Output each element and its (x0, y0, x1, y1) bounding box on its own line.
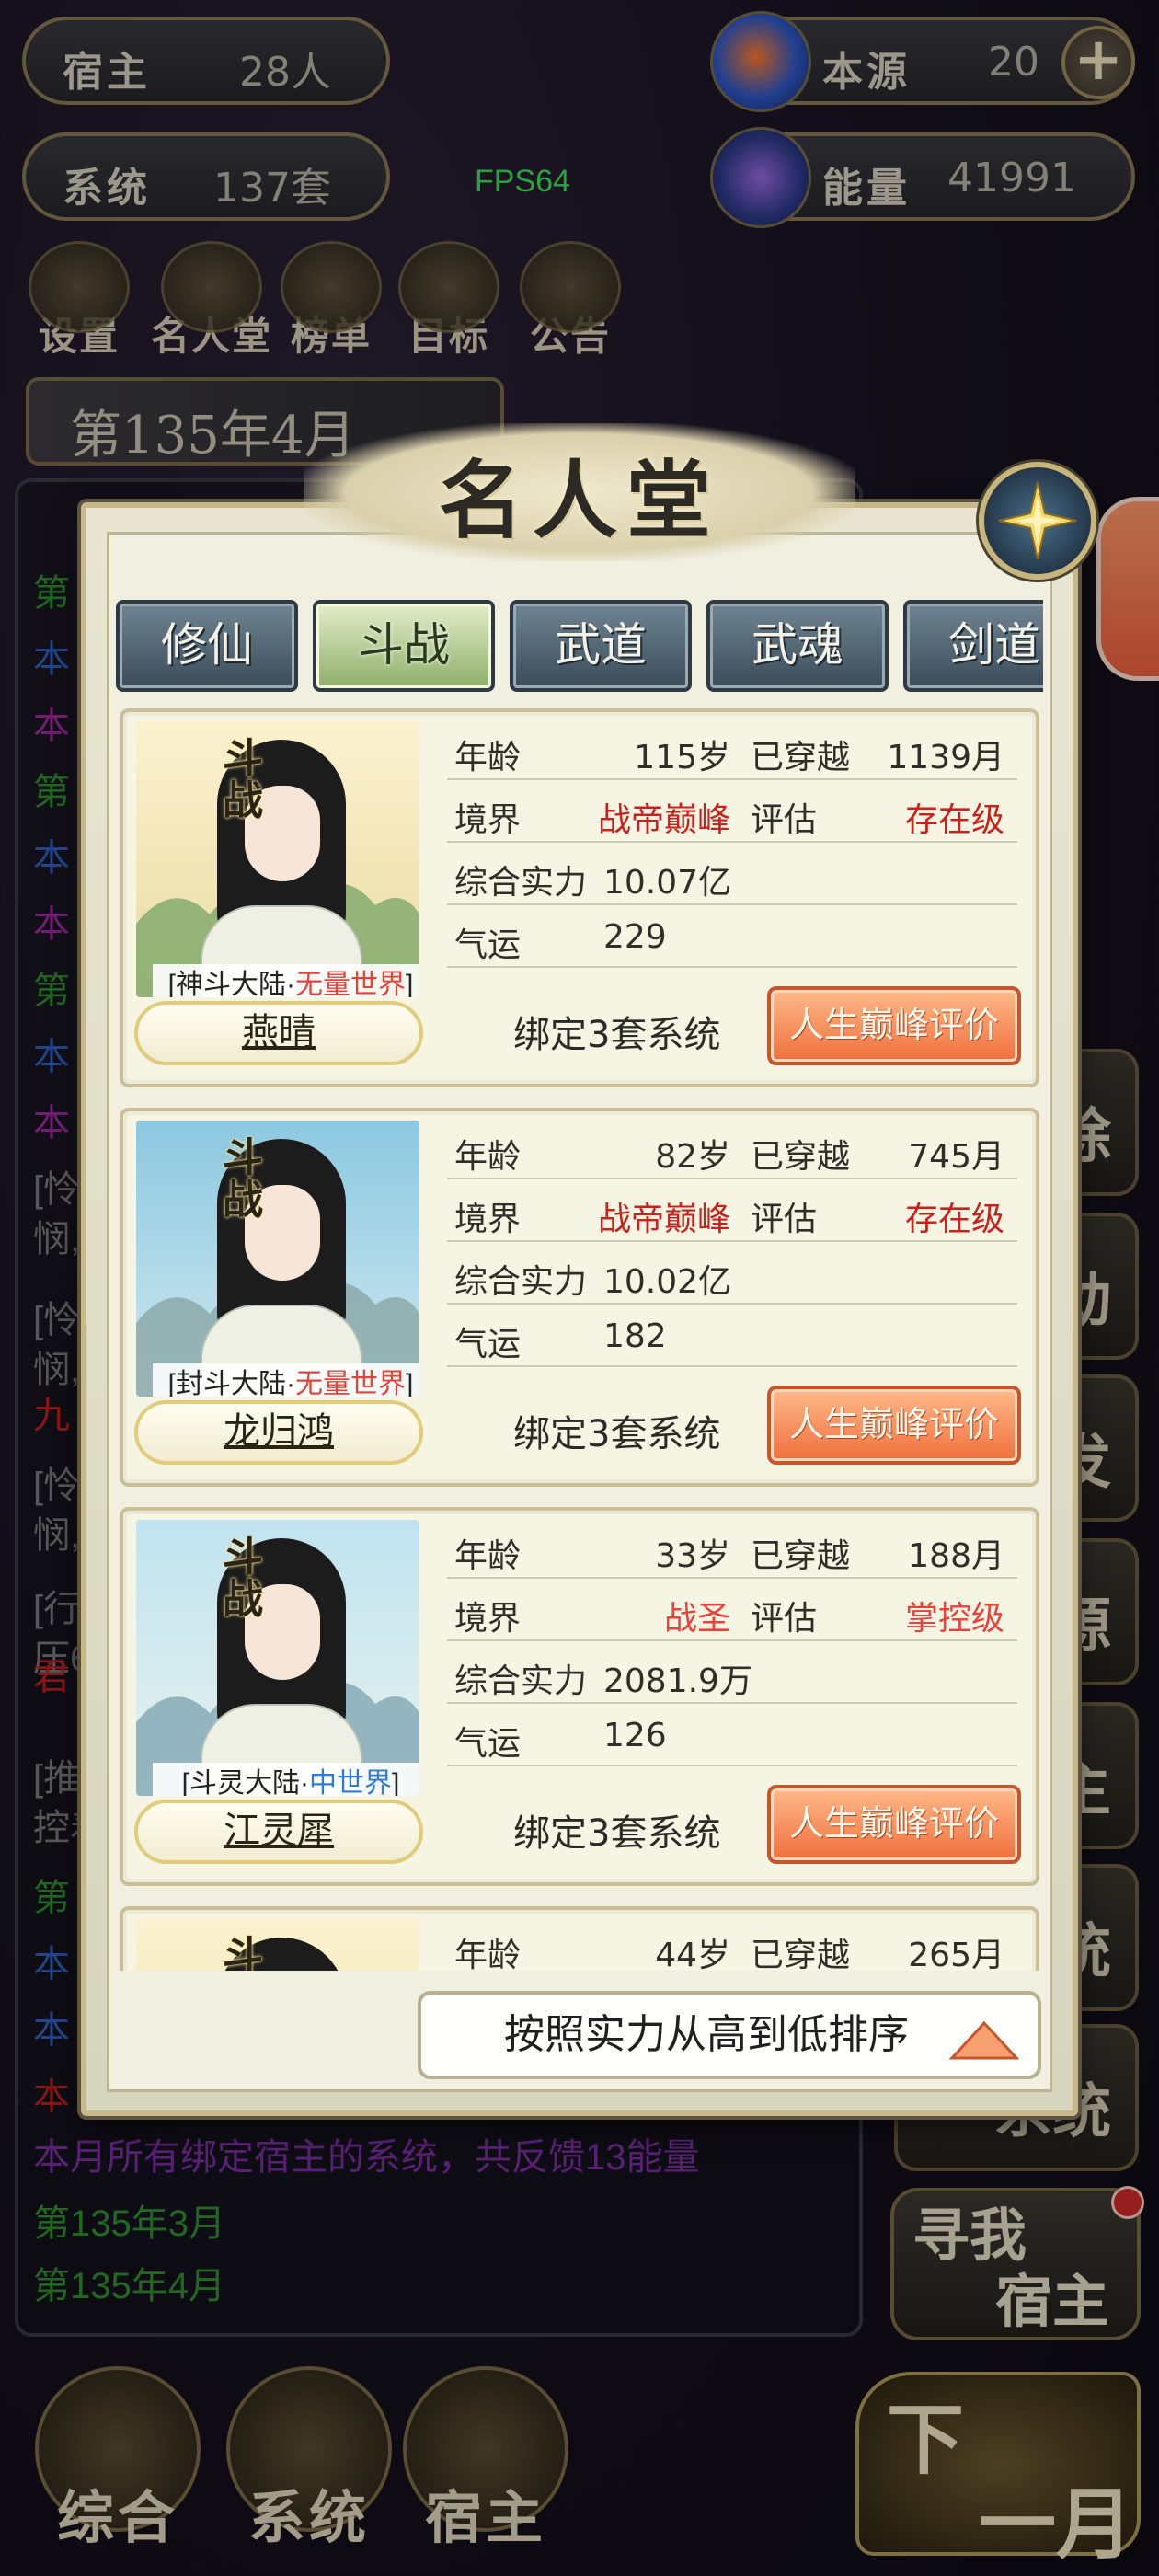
tab-category[interactable]: 剑道 (903, 600, 1043, 692)
age-label: 年龄 (454, 1937, 522, 1971)
realm-label: 境界 (454, 1201, 522, 1238)
close-button[interactable] (979, 462, 1096, 580)
close-star-icon (998, 481, 1077, 560)
category-seal: 斗战 (223, 735, 263, 824)
realm-row: 境界 战帝巅峰 评估 存在级 (447, 1181, 1017, 1242)
traveled-label: 已穿越 (751, 1937, 851, 1971)
luck-row: 气运 126 (447, 1706, 1017, 1766)
category-seal: 斗战 (223, 1134, 263, 1224)
hero-name[interactable]: 龙归鸿 (134, 1400, 423, 1465)
eval-label: 评估 (751, 1201, 818, 1238)
world-level: 无量世界 (294, 970, 406, 997)
bound-systems-label: 绑定3套系统 (513, 1014, 721, 1056)
hero-portrait: 斗战 [斗灵大陆·中世界] (136, 1520, 419, 1796)
life-peak-review-button[interactable]: 人生巅峰评价 (767, 1785, 1021, 1864)
hero-card: 斗战 [封斗大陆·无量世界] 龙归鸿 年龄 82岁 已穿越 745月 境界 战帝… (120, 1108, 1039, 1487)
age-row: 年龄 33岁 已穿越 188月 (447, 1518, 1017, 1579)
tab-category[interactable]: 修仙 (116, 600, 298, 692)
world-suffix: ] (405, 970, 414, 997)
realm-value: 战帝巅峰 (597, 801, 730, 839)
age-value: 33岁 (655, 1537, 730, 1575)
hall-of-fame-list[interactable]: 斗战 [神斗大陆·无量世界] 燕晴 年龄 115岁 已穿越 1139月 境界 战… (120, 708, 1039, 1971)
hero-portrait: 斗战 [神斗大陆·无量世界] (136, 721, 419, 997)
traveled-value: 1139月 (887, 739, 1004, 776)
luck-value: 126 (603, 1717, 667, 1754)
world-level: 无量世界 (294, 1369, 406, 1397)
bound-systems-label: 绑定3套系统 (513, 1812, 721, 1855)
world-prefix: [神斗大陆· (167, 970, 295, 997)
age-value: 82岁 (655, 1138, 730, 1176)
age-label: 年龄 (454, 1138, 522, 1176)
realm-value: 战帝巅峰 (597, 1201, 730, 1238)
eval-value: 存在级 (904, 1201, 1004, 1238)
realm-label: 境界 (454, 801, 522, 839)
power-label: 综合实力 (454, 1263, 588, 1301)
traveled-value: 745月 (908, 1138, 1004, 1176)
world-label: [神斗大陆·无量世界] (153, 964, 419, 997)
world-suffix: ] (391, 1768, 400, 1796)
tab-category[interactable]: 武道 (510, 600, 692, 692)
luck-value: 229 (603, 918, 667, 956)
category-seal: 斗战 (223, 1933, 263, 1972)
life-peak-review-button[interactable]: 人生巅峰评价 (767, 1386, 1021, 1465)
age-row: 年龄 115岁 已穿越 1139月 (447, 719, 1017, 780)
power-row: 综合实力 10.07亿 (447, 845, 1017, 905)
life-peak-review-button[interactable]: 人生巅峰评价 (767, 986, 1021, 1065)
age-row: 年龄 82岁 已穿越 745月 (447, 1119, 1017, 1179)
tab-category[interactable]: 斗战 (313, 600, 495, 692)
eval-label: 评估 (751, 801, 818, 839)
realm-value: 战圣 (663, 1600, 730, 1638)
age-value: 44岁 (655, 1937, 730, 1971)
eval-value: 存在级 (904, 801, 1004, 839)
traveled-label: 已穿越 (751, 1138, 851, 1176)
power-value: 10.02亿 (603, 1263, 732, 1301)
sort-label: 按照实力从高到低排序 (504, 2011, 909, 2058)
world-level: 中世界 (308, 1768, 392, 1796)
hero-card: 斗战 [斗灵大陆·中世界] 江灵犀 年龄 33岁 已穿越 188月 境界 战圣 … (120, 1507, 1039, 1886)
tab-category[interactable]: 武魂 (706, 600, 889, 692)
hero-portrait: 斗战 [封斗大陆·无量世界] (136, 1121, 419, 1397)
world-label: [封斗大陆·无量世界] (153, 1363, 419, 1397)
traveled-label: 已穿越 (751, 739, 851, 776)
hero-name[interactable]: 燕晴 (134, 1001, 423, 1065)
world-suffix: ] (405, 1369, 414, 1397)
traveled-value: 265月 (908, 1937, 1004, 1971)
luck-row: 气运 182 (447, 1306, 1017, 1367)
world-label: [斗灵大陆·中世界] (153, 1763, 419, 1796)
world-prefix: [斗灵大陆· (181, 1768, 309, 1796)
luck-row: 气运 229 (447, 907, 1017, 968)
eval-value: 掌控级 (904, 1600, 1004, 1638)
power-value: 2081.9万 (603, 1662, 752, 1700)
luck-value: 182 (603, 1317, 667, 1355)
luck-label: 气运 (454, 926, 522, 964)
hero-name[interactable]: 江灵犀 (134, 1800, 423, 1864)
luck-label: 气运 (454, 1725, 522, 1763)
power-row: 综合实力 10.02亿 (447, 1244, 1017, 1305)
hero-card: 斗战 年龄 44岁 已穿越 265月 (120, 1906, 1039, 1971)
traveled-value: 188月 (908, 1537, 1004, 1575)
age-row: 年龄 44岁 已穿越 265月 (447, 1917, 1017, 1971)
bound-systems-label: 绑定3套系统 (513, 1413, 721, 1455)
eval-label: 评估 (751, 1600, 818, 1638)
realm-row: 境界 战帝巅峰 评估 存在级 (447, 782, 1017, 843)
power-row: 综合实力 2081.9万 (447, 1643, 1017, 1704)
age-value: 115岁 (634, 739, 730, 776)
realm-row: 境界 战圣 评估 掌控级 (447, 1581, 1017, 1641)
power-label: 综合实力 (454, 1662, 588, 1700)
power-value: 10.07亿 (603, 864, 732, 902)
luck-label: 气运 (454, 1326, 522, 1363)
power-label: 综合实力 (454, 864, 588, 902)
world-prefix: [封斗大陆· (167, 1369, 295, 1397)
traveled-label: 已穿越 (751, 1537, 851, 1575)
category-tabs: 修仙 斗战 武道 武魂 剑道 (116, 600, 1043, 694)
sort-button[interactable]: 按照实力从高到低排序 (418, 1991, 1041, 2079)
modal-title: 名人堂 (438, 451, 720, 550)
sort-ascending-triangle-icon (949, 2020, 1019, 2060)
category-seal: 斗战 (223, 1534, 263, 1623)
hero-card: 斗战 [神斗大陆·无量世界] 燕晴 年龄 115岁 已穿越 1139月 境界 战… (120, 708, 1039, 1087)
realm-label: 境界 (454, 1600, 522, 1638)
age-label: 年龄 (454, 739, 522, 776)
hero-portrait: 斗战 (136, 1919, 419, 1971)
age-label: 年龄 (454, 1537, 522, 1575)
